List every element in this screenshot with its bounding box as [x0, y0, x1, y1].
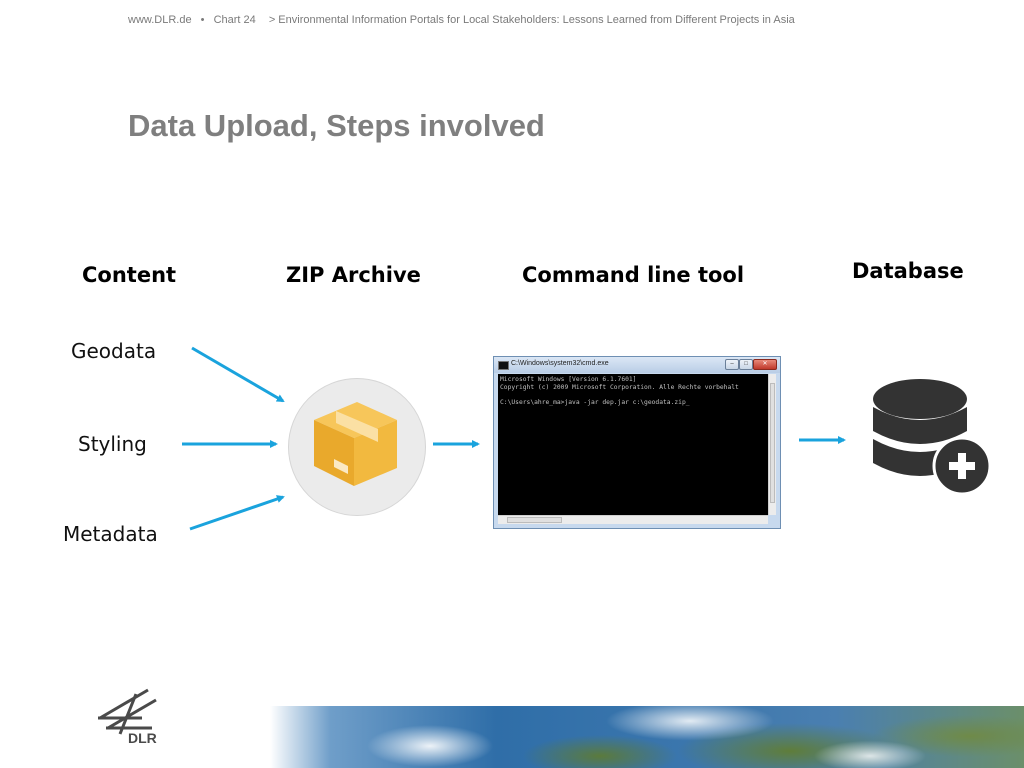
arrow-metadata-to-zip — [189, 495, 285, 531]
cmd-app-icon — [498, 361, 509, 370]
cmd-console: Microsoft Windows [Version 6.1.7601] Copy… — [498, 374, 768, 515]
cmd-line: Microsoft Windows [Version 6.1.7601] — [500, 376, 637, 383]
cmd-line: Copyright (c) 2009 Microsoft Corporation… — [500, 383, 739, 391]
command-prompt-window: C:\Windows\system32\cmd.exe – □ ✕ Micros… — [493, 356, 781, 529]
maximize-icon[interactable]: □ — [739, 359, 753, 370]
cmd-window-title: C:\Windows\system32\cmd.exe — [511, 360, 609, 367]
cmd-horizontal-scrollbar[interactable] — [498, 515, 768, 524]
cmd-line: C:\Users\ahre_ma>java -jar dep.jar c:\ge… — [500, 398, 690, 406]
database-add-icon — [873, 379, 992, 496]
cmd-line — [500, 391, 766, 399]
cmd-titlebar: C:\Windows\system32\cmd.exe – □ ✕ — [494, 357, 780, 373]
earth-banner-image — [270, 706, 1024, 768]
cmd-vscroll-thumb[interactable] — [770, 383, 775, 503]
close-icon[interactable]: ✕ — [753, 359, 777, 370]
dlr-logo: DLR — [98, 688, 157, 746]
dlr-logo-text: DLR — [128, 730, 157, 746]
dlr-logo-mark — [98, 688, 157, 735]
cmd-vertical-scrollbar[interactable] — [768, 374, 776, 515]
minimize-icon[interactable]: – — [725, 359, 739, 370]
cmd-hscroll-thumb[interactable] — [507, 517, 562, 523]
package-box-icon — [314, 402, 397, 486]
arrow-geodata-to-zip — [191, 346, 285, 403]
